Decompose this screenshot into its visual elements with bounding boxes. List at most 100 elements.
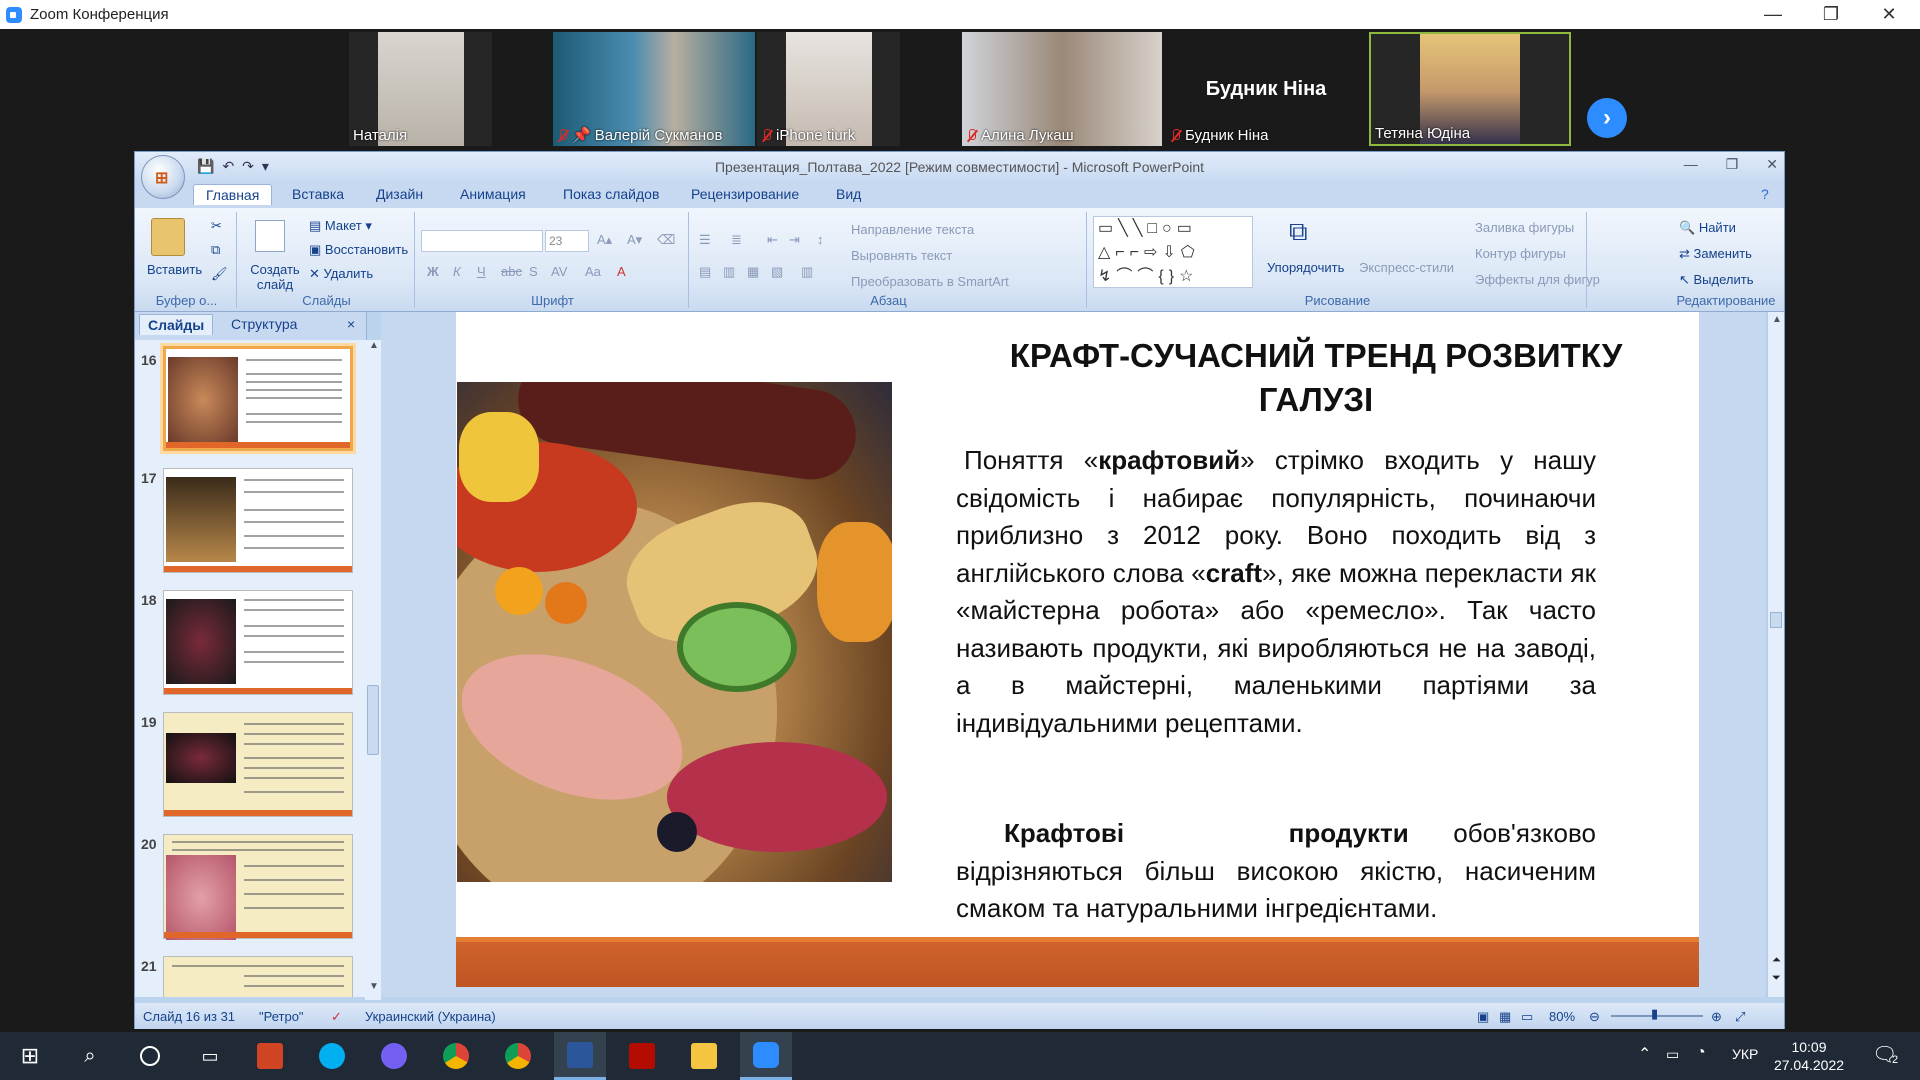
ppt-minimize-icon[interactable]: — [1684, 156, 1698, 173]
line-spacing-icon[interactable]: ↕ [817, 232, 824, 247]
zoom-slider-thumb[interactable]: ▮ [1651, 1006, 1658, 1022]
ppt-restore-icon[interactable]: ❐ [1726, 156, 1739, 173]
prev-slide-icon[interactable]: ⏶ [1772, 954, 1781, 967]
undo-icon[interactable]: ↶ [222, 158, 234, 175]
slide-photo-food[interactable] [457, 382, 892, 882]
taskbar-chrome[interactable] [430, 1032, 482, 1080]
redo-icon[interactable]: ↷ [242, 158, 254, 175]
next-page-button[interactable]: › [1587, 98, 1627, 138]
indent-increase-icon[interactable]: ⇥ [789, 232, 800, 248]
shrink-font-icon[interactable]: A▾ [627, 232, 642, 248]
shape-fill-button[interactable]: Заливка фигуры [1475, 220, 1574, 235]
align-right-icon[interactable]: ▦ [747, 264, 759, 280]
close-button[interactable]: ✕ [1860, 0, 1918, 29]
panel-scroll-down-icon[interactable]: ▼ [369, 981, 379, 992]
participant-tile[interactable]: Будник Ніна Будник Ніна [1166, 32, 1366, 146]
editor-scroll-thumb[interactable] [1770, 612, 1782, 628]
tab-review[interactable]: Рецензирование [691, 186, 799, 202]
tab-animation[interactable]: Анимация [460, 186, 526, 202]
panel-scroll-up-icon[interactable]: ▲ [369, 340, 379, 351]
bold-icon[interactable]: Ж [427, 264, 439, 279]
reset-button[interactable]: ▣ Восстановить [309, 242, 408, 258]
taskbar-zoom[interactable] [740, 1032, 792, 1080]
tab-outline[interactable]: Структура [231, 316, 297, 332]
new-slide-icon[interactable] [255, 220, 285, 252]
clock[interactable]: 10:09 27.04.2022 [1766, 1038, 1852, 1074]
align-text-button[interactable]: Выровнять текст [851, 248, 952, 263]
zoom-level[interactable]: 80% [1549, 1009, 1575, 1024]
paste-icon[interactable] [151, 218, 185, 256]
office-button[interactable]: ⊞ [141, 155, 185, 199]
grow-font-icon[interactable]: A▴ [597, 232, 612, 248]
editor-scrollbar[interactable]: ▲ ⏶ ⏷ [1767, 312, 1784, 997]
language-indicator[interactable]: УКР [1732, 1046, 1758, 1062]
slide-thumbnail[interactable] [163, 956, 353, 997]
fit-window-icon[interactable]: ⤢ [1735, 1009, 1745, 1025]
battery-icon[interactable]: ▭ [1666, 1046, 1679, 1063]
strike-icon[interactable]: abc [501, 264, 522, 279]
slideshow-view-icon[interactable]: ▭ [1521, 1009, 1533, 1025]
tab-home[interactable]: Главная [193, 184, 273, 205]
ppt-close-icon[interactable]: ✕ [1766, 156, 1778, 173]
help-icon[interactable]: ? [1761, 186, 1769, 202]
slide-thumbnail[interactable] [163, 346, 353, 451]
taskbar-chrome-2[interactable] [492, 1032, 544, 1080]
format-painter-icon[interactable]: 🖌 [211, 266, 228, 282]
clear-format-icon[interactable]: ⌫ [657, 232, 675, 248]
zoom-in-icon[interactable]: ⊕ [1711, 1009, 1722, 1025]
task-view-button[interactable]: ▭ [184, 1032, 236, 1080]
cortana-button[interactable] [124, 1032, 176, 1080]
align-left-icon[interactable]: ▤ [699, 264, 711, 280]
wifi-icon[interactable]: ◔ [1696, 1044, 1706, 1062]
select-button[interactable]: ↖ Выделить [1679, 272, 1754, 288]
spacing-icon[interactable]: AV [551, 264, 567, 279]
search-button[interactable]: ⌕ [64, 1032, 116, 1080]
slide-thumbnail[interactable] [163, 712, 353, 817]
panel-scroll-thumb[interactable] [367, 685, 379, 755]
arrange-button[interactable]: Упорядочить [1267, 260, 1344, 275]
panel-close-icon[interactable]: × [347, 316, 355, 332]
participant-tile[interactable]: Наталія [349, 32, 492, 146]
copy-icon[interactable]: ⧉ [211, 242, 220, 258]
editor-scroll-up-icon[interactable]: ▲ [1772, 314, 1782, 325]
tab-design[interactable]: Дизайн [376, 186, 423, 202]
slide-thumbnail[interactable] [163, 590, 353, 695]
current-slide[interactable]: КРАФТ-СУЧАСНИЙ ТРЕНД РОЗВИТКУ ГАЛУЗІ Пон… [456, 312, 1699, 987]
start-button[interactable]: ⊞ [4, 1032, 56, 1080]
maximize-button[interactable]: ❐ [1802, 0, 1860, 29]
shape-outline-button[interactable]: Контур фигуры [1475, 246, 1566, 261]
shadow-icon[interactable]: S [529, 264, 538, 279]
slide-thumbnail[interactable] [163, 468, 353, 573]
slide-body-text[interactable]: Поняття «крафтовий» стрімко входить у на… [956, 442, 1596, 742]
minimize-button[interactable]: — [1744, 0, 1802, 29]
panel-scrollbar[interactable]: ▲ ▼ [365, 340, 381, 1000]
taskbar-viber[interactable] [368, 1032, 420, 1080]
tab-insert[interactable]: Вставка [292, 186, 344, 202]
tab-view[interactable]: Вид [836, 186, 861, 202]
cut-icon[interactable]: ✂ [211, 218, 222, 234]
font-name-field[interactable] [421, 230, 543, 252]
case-icon[interactable]: Aa [585, 264, 601, 279]
slide-title[interactable]: КРАФТ-СУЧАСНИЙ ТРЕНД РОЗВИТКУ ГАЛУЗІ [956, 334, 1676, 422]
save-icon[interactable]: 💾 [197, 158, 214, 175]
taskbar-powerpoint[interactable] [244, 1032, 296, 1080]
find-button[interactable]: 🔍 Найти [1679, 220, 1736, 236]
smartart-button[interactable]: Преобразовать в SmartArt [851, 274, 1009, 289]
underline-icon[interactable]: Ч [477, 264, 486, 279]
taskbar-word[interactable] [554, 1032, 606, 1080]
tab-slideshow[interactable]: Показ слайдов [563, 186, 659, 202]
columns-icon[interactable]: ▥ [801, 264, 813, 280]
spellcheck-icon[interactable]: ✓ [331, 1009, 342, 1025]
participant-tile-active-speaker[interactable]: Тетяна Юдіна [1369, 32, 1571, 146]
font-color-icon[interactable]: A [617, 264, 626, 279]
numbering-icon[interactable]: ≣ [731, 232, 742, 248]
slide-body-text-2[interactable]: Крафтові продукти обов'язково відрізняют… [956, 815, 1596, 928]
next-slide-icon[interactable]: ⏷ [1772, 972, 1781, 985]
language[interactable]: Украинский (Украина) [365, 1009, 496, 1024]
normal-view-icon[interactable]: ▣ [1477, 1009, 1489, 1025]
arrange-icon[interactable]: ⧉ [1289, 216, 1308, 248]
indent-decrease-icon[interactable]: ⇤ [767, 232, 778, 248]
shapes-gallery[interactable]: ▭╲╲□○▭ △⌐⌐⇨⇩⬠ ↯⌒⌒{}☆ [1093, 216, 1253, 288]
text-direction-button[interactable]: Направление текста [851, 222, 974, 237]
paste-button[interactable]: Вставить [147, 262, 202, 277]
